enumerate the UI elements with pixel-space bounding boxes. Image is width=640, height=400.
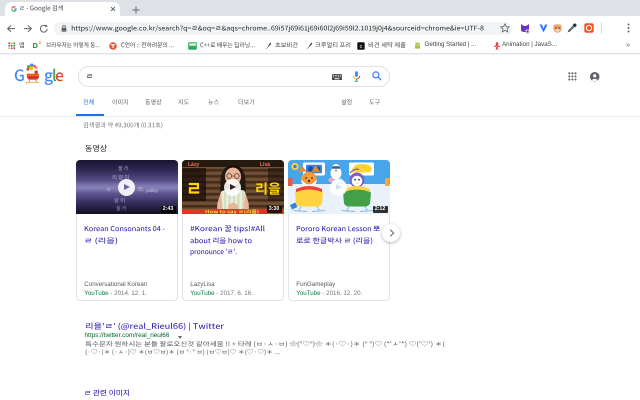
svg-text:C++: C++	[190, 44, 195, 46]
svg-text:c: c	[360, 44, 363, 50]
